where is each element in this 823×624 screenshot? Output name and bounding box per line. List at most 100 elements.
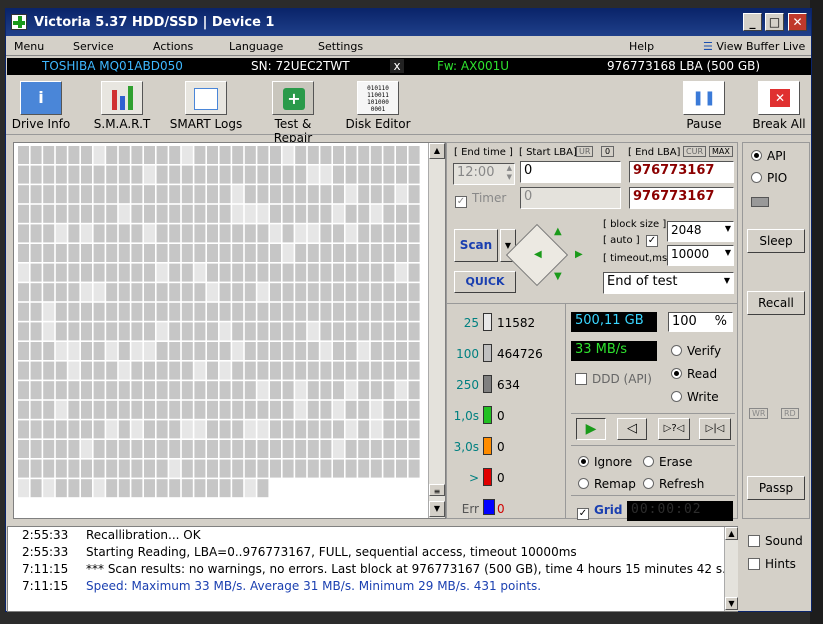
scan-block xyxy=(144,224,155,243)
scan-block xyxy=(93,342,105,360)
scan-block xyxy=(370,440,382,458)
scan-block xyxy=(345,165,357,184)
close-device-button[interactable]: x xyxy=(390,59,404,73)
scan-block xyxy=(144,204,155,223)
title-bar[interactable]: Victoria 5.37 HDD/SSD | Device 1 _ □ ✕ xyxy=(6,9,811,36)
scan-block xyxy=(345,224,357,243)
smart-logs-button[interactable]: SMART Logs xyxy=(169,77,243,135)
scan-block xyxy=(93,185,105,204)
scan-block xyxy=(131,204,143,223)
random-button[interactable]: ▷?◁ xyxy=(658,418,690,440)
remap-radio[interactable]: Remap xyxy=(578,477,636,491)
log-time: 2:55:33 xyxy=(22,545,69,559)
left-arrow-icon[interactable]: ◀ xyxy=(534,249,542,260)
timer-field[interactable]: 0 xyxy=(520,187,621,209)
timeout-select[interactable]: 10000 ▼ xyxy=(667,245,734,266)
disk-editor-button[interactable]: 010110 110011 101000 0001 Disk Editor xyxy=(345,77,411,135)
scan-block xyxy=(30,479,42,498)
scroll-down-icon[interactable]: ▼ xyxy=(725,597,738,610)
pause-button[interactable]: ❚❚ Pause xyxy=(682,77,726,135)
timer-checkbox[interactable]: ✓ Timer xyxy=(455,191,506,208)
smart-button[interactable]: S.M.A.R.T xyxy=(91,77,153,135)
test-repair-button[interactable]: + Test & Repair xyxy=(255,77,331,145)
grid-checkbox[interactable]: ✓ Grid xyxy=(577,503,622,520)
refresh-radio[interactable]: Refresh xyxy=(643,477,704,491)
end-lba-cur-button[interactable]: CUR xyxy=(683,146,706,157)
recall-button[interactable]: Recall xyxy=(747,291,805,315)
first-aid-icon: + xyxy=(272,81,314,115)
scan-block xyxy=(244,400,256,419)
scan-block xyxy=(30,244,42,262)
butterfly-button[interactable]: ▷|◁ xyxy=(699,418,731,440)
scan-block xyxy=(282,302,294,321)
scan-block xyxy=(18,204,29,223)
block-size-select[interactable]: 2048 ▼ xyxy=(667,221,734,242)
end-lba-field[interactable]: 976773167 xyxy=(629,161,734,183)
scan-block xyxy=(55,322,67,341)
scan-block xyxy=(93,440,105,458)
sound-checkbox[interactable]: Sound xyxy=(748,534,803,548)
auto-checkbox[interactable]: ✓ xyxy=(646,235,658,247)
up-arrow-icon[interactable]: ▲ xyxy=(554,226,562,237)
start-lba-zero-button[interactable]: 0 xyxy=(601,146,615,157)
minimize-button[interactable]: _ xyxy=(743,13,762,31)
log-scrollbar[interactable]: ▲ ▼ xyxy=(724,527,738,611)
scroll-up-icon[interactable]: ▲ xyxy=(725,527,738,540)
view-buffer-button[interactable]: ☰ View Buffer Live xyxy=(703,40,805,53)
scroll-down-icon[interactable]: ▼ xyxy=(429,501,445,517)
toolbar: i Drive Info S.M.A.R.T SMART Logs + Test… xyxy=(6,77,811,145)
scan-block xyxy=(156,204,168,223)
end-lba-max-button[interactable]: MAX xyxy=(709,146,733,157)
scan-block xyxy=(169,263,181,282)
play-button[interactable]: ▶ xyxy=(576,418,606,440)
scan-block xyxy=(207,165,218,184)
sleep-button[interactable]: Sleep xyxy=(747,229,805,253)
passp-button[interactable]: Passp xyxy=(747,476,805,500)
drive-info-button[interactable]: i Drive Info xyxy=(10,77,72,135)
scan-block xyxy=(169,204,181,223)
scan-block xyxy=(81,263,92,282)
pio-radio[interactable]: PIO xyxy=(751,171,787,185)
close-button[interactable]: ✕ xyxy=(788,13,807,31)
down-arrow-icon[interactable]: ▼ xyxy=(554,271,562,282)
quick-button[interactable]: QUICK xyxy=(454,271,516,293)
end-time-field[interactable]: 12:00 ▲ ▼ xyxy=(453,163,515,185)
rewind-button[interactable]: ◁ xyxy=(617,418,647,440)
erase-radio[interactable]: Erase xyxy=(643,455,693,469)
scan-block xyxy=(169,440,181,458)
time-spinner-icon[interactable]: ▲ ▼ xyxy=(507,164,512,182)
menu-menu[interactable]: Menu xyxy=(14,40,44,53)
verify-radio[interactable]: Verify xyxy=(671,344,721,358)
ignore-radio[interactable]: Ignore xyxy=(578,455,632,469)
read-radio[interactable]: Read xyxy=(671,367,717,381)
start-lba-field[interactable]: 0 xyxy=(520,161,621,183)
drive-model[interactable]: TOSHIBA MQ01ABD050 xyxy=(42,59,183,73)
scan-block xyxy=(144,244,155,262)
hints-checkbox[interactable]: Hints xyxy=(748,557,796,571)
scan-block xyxy=(131,440,143,458)
direction-pad[interactable]: ▲ ▼ ◀ ▶ xyxy=(505,223,591,287)
ddd-checkbox[interactable]: DDD (API) xyxy=(575,372,652,386)
scan-button[interactable]: Scan xyxy=(454,229,498,262)
menu-settings[interactable]: Settings xyxy=(318,40,363,53)
scroll-thumb[interactable]: ≡ xyxy=(429,484,445,496)
write-radio[interactable]: Write xyxy=(671,390,719,404)
end-mode-select[interactable]: End of test ▼ xyxy=(603,272,734,294)
start-lba-ur-button[interactable]: UR xyxy=(576,146,594,157)
menu-language[interactable]: Language xyxy=(229,40,283,53)
maximize-button[interactable]: □ xyxy=(765,13,784,31)
api-radio[interactable]: API xyxy=(751,149,786,163)
menu-help[interactable]: Help xyxy=(629,40,654,53)
grid-scrollbar[interactable]: ▲ ≡ ▼ xyxy=(428,143,445,518)
scan-block xyxy=(144,381,155,400)
menu-actions[interactable]: Actions xyxy=(153,40,193,53)
menu-service[interactable]: Service xyxy=(73,40,114,53)
scan-block xyxy=(396,165,407,184)
scroll-up-icon[interactable]: ▲ xyxy=(429,143,445,159)
right-arrow-icon[interactable]: ▶ xyxy=(575,249,583,260)
drive-firmware: Fw: AX001U xyxy=(437,59,510,73)
scan-block xyxy=(345,361,357,380)
scan-block xyxy=(55,479,67,498)
scan-block xyxy=(232,322,244,341)
break-all-button[interactable]: ✕ Break All xyxy=(752,77,806,135)
